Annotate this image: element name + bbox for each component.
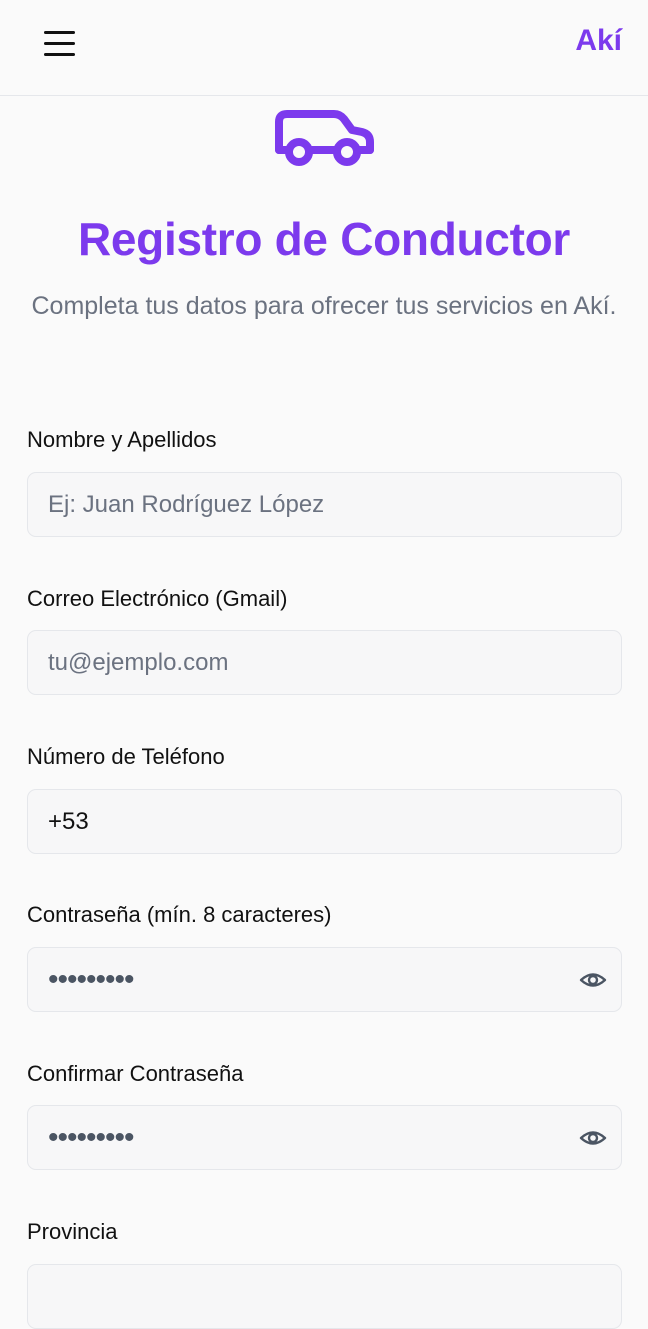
hamburger-menu-icon[interactable]	[40, 26, 80, 62]
eye-icon[interactable]	[579, 966, 607, 994]
phone-input[interactable]: +53	[27, 789, 622, 854]
phone-value: +53	[48, 807, 89, 835]
email-placeholder: tu@ejemplo.com	[48, 648, 229, 676]
car-icon	[275, 110, 374, 166]
top-bar: Akí	[0, 0, 648, 96]
page-title: Registro de Conductor	[77, 213, 571, 265]
confirm-password-input[interactable]: •••••••••	[27, 1105, 622, 1170]
name-placeholder: Ej: Juan Rodríguez López	[48, 490, 325, 518]
brand-logo[interactable]: Akí	[575, 24, 622, 58]
email-label: Correo Electrónico (Gmail)	[27, 586, 288, 611]
name-input[interactable]: Ej: Juan Rodríguez López	[27, 472, 622, 537]
eye-icon[interactable]	[579, 1124, 607, 1152]
password-input[interactable]: •••••••••	[27, 947, 622, 1012]
email-input[interactable]: tu@ejemplo.com	[27, 630, 622, 695]
province-select[interactable]	[27, 1264, 622, 1329]
password-value: •••••••••	[48, 962, 135, 996]
password-label: Contraseña (mín. 8 caracteres)	[27, 902, 332, 927]
phone-label: Número de Teléfono	[27, 744, 225, 769]
page-subtitle: Completa tus datos para ofrecer tus serv…	[31, 292, 617, 320]
name-label: Nombre y Apellidos	[27, 427, 217, 452]
province-label: Provincia	[27, 1219, 118, 1244]
confirm-password-value: •••••••••	[48, 1120, 135, 1154]
confirm-password-label: Confirmar Contraseña	[27, 1061, 244, 1086]
